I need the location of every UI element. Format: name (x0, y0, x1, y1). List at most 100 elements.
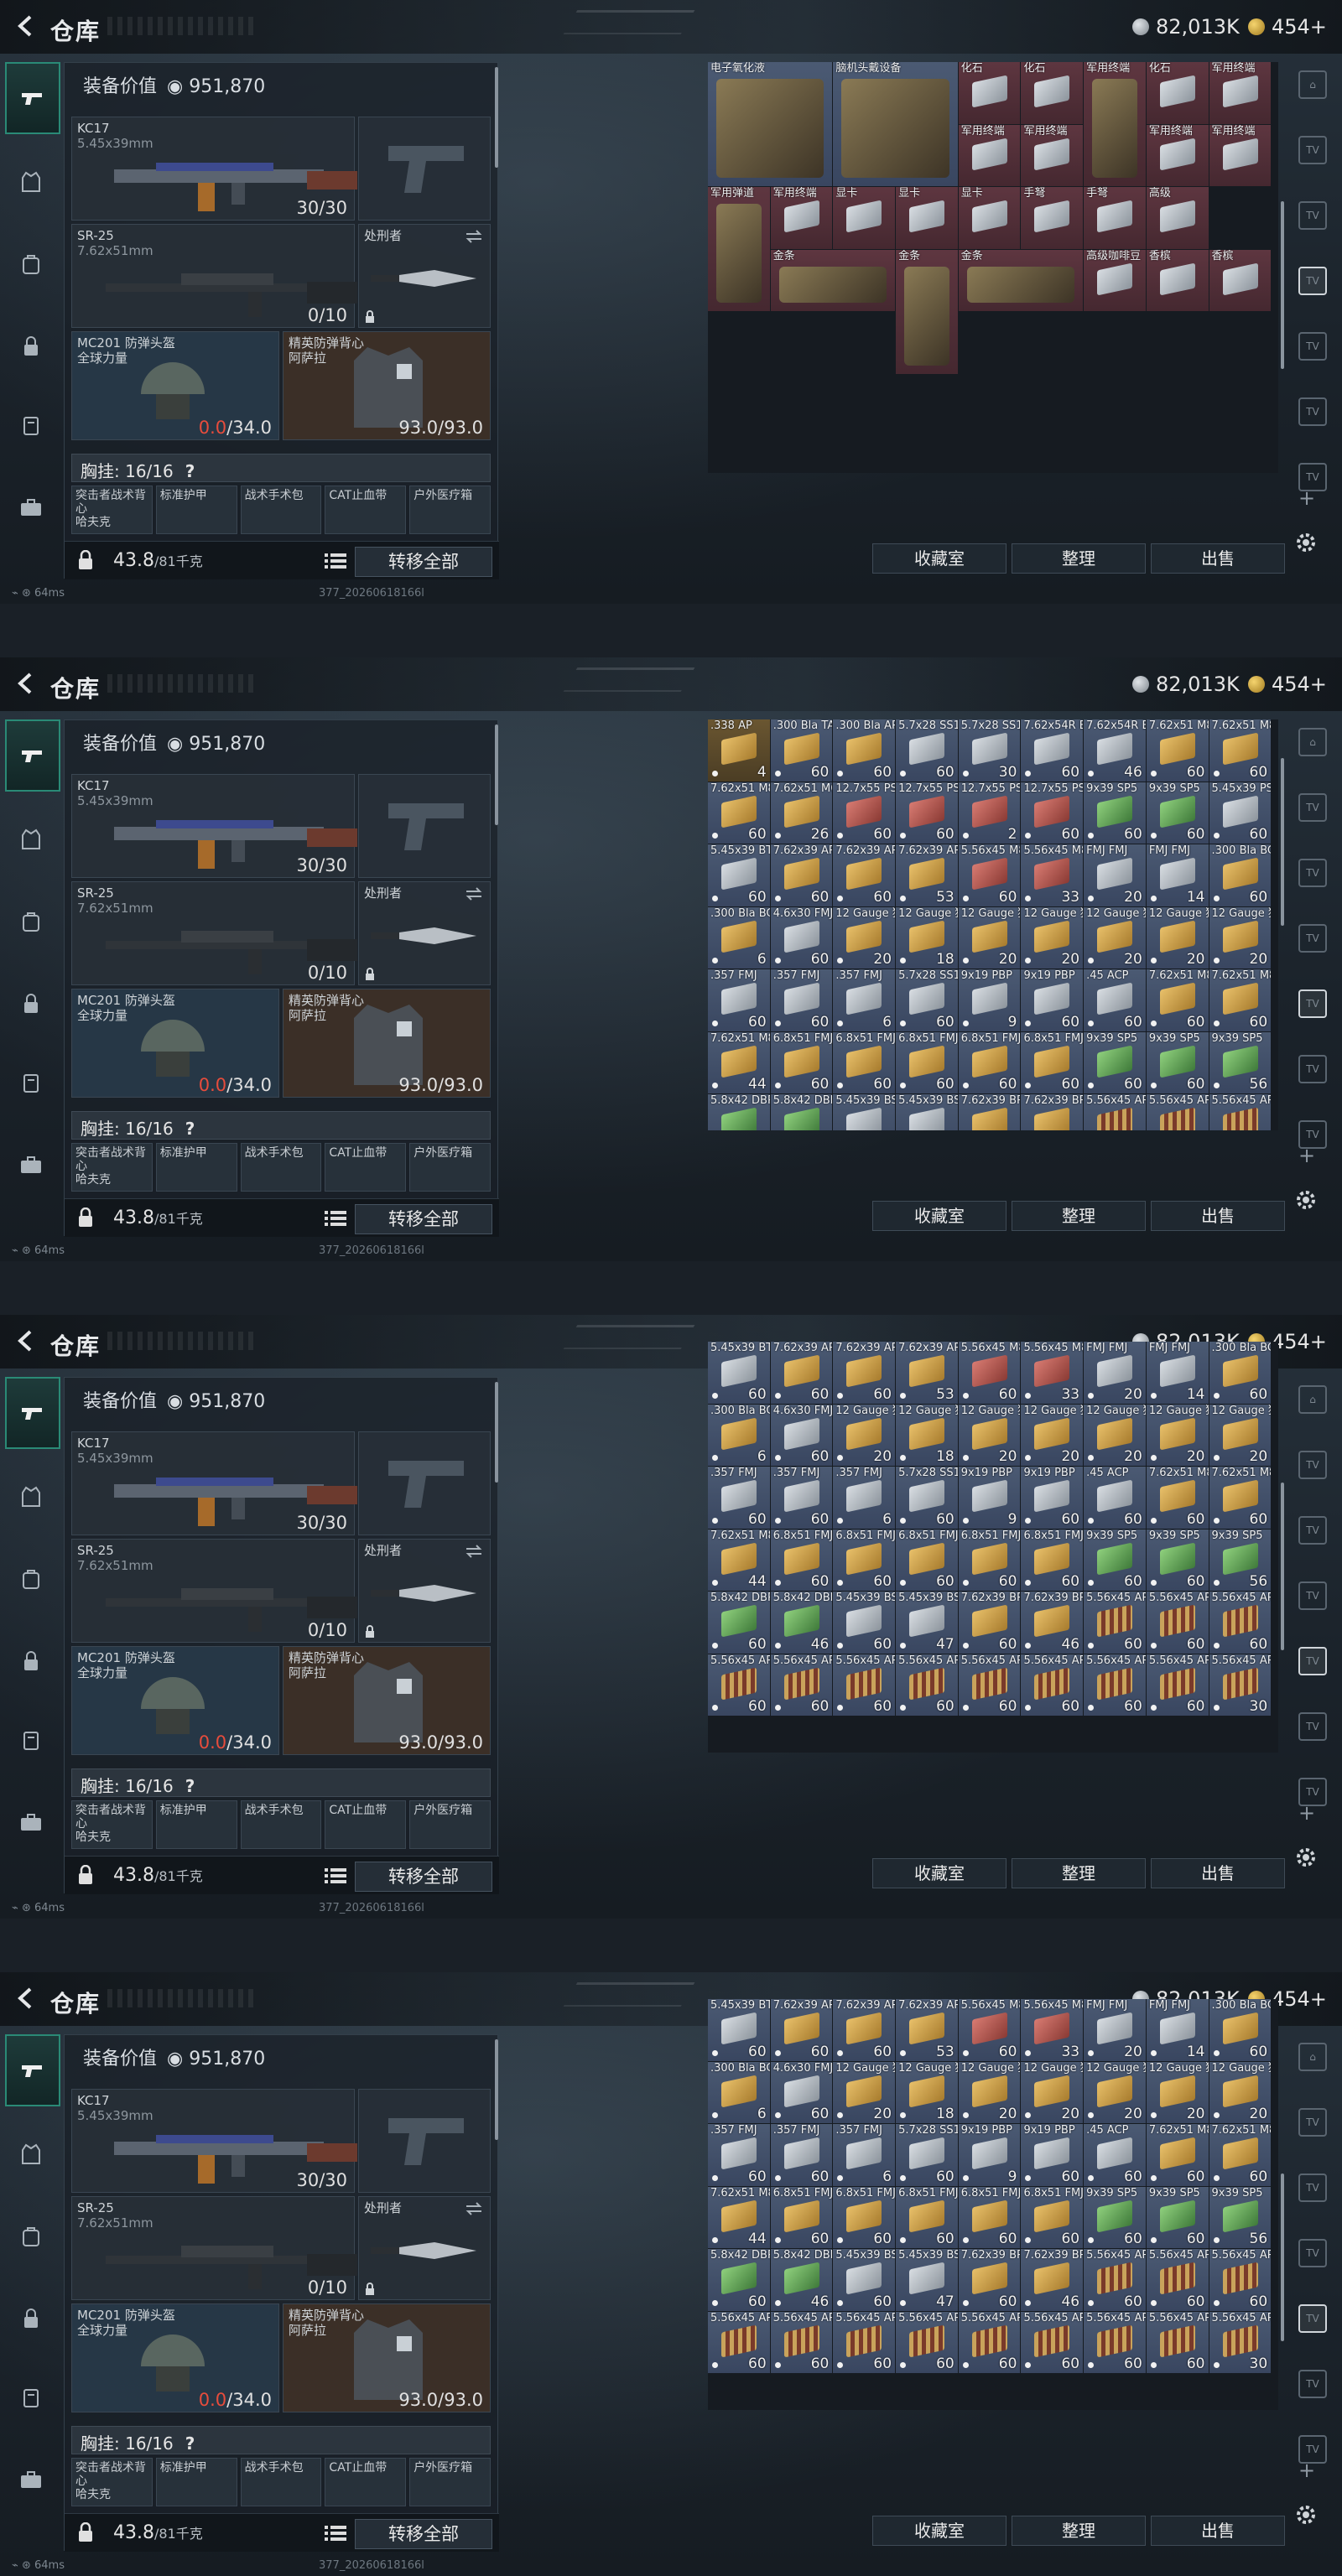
storage-item[interactable]: 金条 (896, 249, 958, 374)
storage-item[interactable]: 5.45x39 BT 60 (708, 1342, 770, 1404)
storage-item[interactable]: 7.62x39 BP60 (958, 1094, 1021, 1130)
storage-item[interactable]: 5.45x39 BS 60 (833, 1592, 896, 1654)
chest-item[interactable]: 户外医疗箱 (409, 1143, 491, 1192)
storage-item[interactable]: 7.62x39 AP 53 (896, 1999, 958, 2061)
primary-weapon-slot[interactable]: KC17 5.45x39mm 30/30 (71, 774, 357, 878)
storage-item[interactable]: 12.7x55 PS12 60 (1021, 782, 1084, 844)
storage-item[interactable]: 5.56x45 M855 33 (1021, 1999, 1084, 2061)
storage-item[interactable]: 9x39 SP5 56 (1209, 2186, 1272, 2248)
storage-item[interactable]: .357 FMJ 6 (833, 1467, 896, 1529)
storage-item[interactable]: 5.56x45 AP60 (1084, 2249, 1146, 2311)
storage-item[interactable]: 军用终端 (958, 124, 1021, 186)
storage-tab-icon[interactable]: TV (1298, 201, 1327, 230)
storage-item[interactable]: 7.62x51 M80 44 (708, 1529, 770, 1591)
melee-slot[interactable]: 处刑者 (358, 1539, 491, 1643)
storage-item[interactable]: .300 Bla BCP FMJ 60 (1209, 1342, 1272, 1404)
storage-item[interactable]: .357 FMJ 60 (770, 2124, 833, 2186)
storage-item[interactable]: 7.62x51 M80 60 (1146, 1467, 1209, 1529)
chest-item[interactable]: 突击者战术背心 哈夫克 (71, 2458, 153, 2506)
collection-button[interactable]: 收藏室 (872, 1201, 1006, 1231)
armor-slot[interactable]: 精英防弹背心 阿萨拉 93.0/93.0 (283, 989, 491, 1098)
storage-item[interactable]: 5.56x45 AP60 (770, 1654, 833, 1716)
chest-item[interactable]: 战术手术包 (240, 1800, 322, 1849)
storage-tab-icon[interactable]: TV (1298, 2239, 1327, 2267)
help-icon[interactable]: ? (185, 2433, 195, 2454)
storage-item[interactable]: 5.56x45 AP60 (1146, 2311, 1209, 2373)
storage-item[interactable]: .300 Bla BCP FMJ 60 (1209, 1999, 1272, 2061)
swap-icon[interactable] (465, 230, 483, 243)
storage-item[interactable]: 5.45x39 BS 47 (896, 2249, 958, 2311)
storage-item[interactable]: 7.62x51 M80 60 (1146, 969, 1209, 1031)
storage-item[interactable]: 显卡 (958, 187, 1021, 249)
list-icon[interactable] (325, 2524, 346, 2542)
storage-item[interactable]: 5.56x45 AP60 (708, 2311, 770, 2373)
storage-item[interactable]: 5.45x39 PS 60 (1209, 782, 1272, 844)
chest-item[interactable]: 户外医疗箱 (409, 486, 491, 534)
help-icon[interactable]: ? (185, 1776, 195, 1796)
storage-item[interactable]: 5.45x39 BS 60 (833, 2249, 896, 2311)
storage-item[interactable]: 高级 (1146, 187, 1209, 249)
storage-item[interactable]: 12 Gauge 独头 20 (1209, 2061, 1272, 2123)
nav-armor[interactable] (17, 168, 45, 196)
storage-item[interactable]: 5.56x45 M855 60 (958, 1999, 1021, 2061)
nav-case[interactable] (17, 493, 45, 522)
helmet-slot[interactable]: MC201 防弹头盔 全球力量 0.0/34.0 (71, 1646, 279, 1755)
chest-item[interactable]: CAT止血带 (325, 1800, 407, 1849)
collection-button[interactable]: 收藏室 (872, 1858, 1006, 1888)
storage-item[interactable]: 5.56x45 AP60 (896, 1654, 958, 1716)
storage-item[interactable]: 6.8x51 FMJ 60 (770, 1031, 833, 1093)
storage-tab-icon[interactable]: TV (1298, 2174, 1327, 2202)
storage-item[interactable]: 5.56x45 M855 60 (958, 1342, 1021, 1404)
storage-tab-icon[interactable]: TV (1298, 989, 1327, 1018)
chest-rig-bar[interactable]: 胸挂: 16/16? (71, 2426, 491, 2454)
storage-item[interactable]: 7.62x39 AP 60 (833, 1999, 896, 2061)
storage-item[interactable]: 化石 (1146, 62, 1209, 124)
storage-item[interactable]: 7.62x39 BP60 (958, 2249, 1021, 2311)
nav-locked[interactable] (17, 989, 45, 1018)
storage-item[interactable]: 6.8x51 FMJ 60 (833, 1529, 896, 1591)
storage-item[interactable]: FMJ FMJ 14 (1146, 844, 1209, 906)
storage-item[interactable]: 9x19 PBP 60 (1021, 969, 1084, 1031)
storage-item[interactable]: .357 FMJ 60 (708, 2124, 770, 2186)
chest-item[interactable]: 户外医疗箱 (409, 2458, 491, 2506)
storage-item[interactable]: 军用终端 (1146, 124, 1209, 186)
storage-item[interactable]: 6.8x51 FMJ 60 (770, 2186, 833, 2248)
nav-pouch[interactable] (17, 2383, 45, 2412)
storage-item[interactable]: .45 ACP 60 (1084, 1467, 1146, 1529)
storage-item[interactable]: 香槟 (1209, 249, 1272, 311)
gold-currency[interactable]: 454+ (1248, 15, 1327, 39)
storage-item[interactable]: 9x19 PBP 60 (1021, 2124, 1084, 2186)
nav-weapon[interactable] (5, 2034, 60, 2106)
primary-weapon-slot[interactable]: KC17 5.45x39mm 30/30 (71, 1431, 357, 1535)
storage-item[interactable]: 12 Gauge 独头 20 (958, 2061, 1021, 2123)
sidearm-slot[interactable] (358, 1431, 491, 1535)
storage-item[interactable]: 6.8x51 FMJ 60 (1021, 1529, 1084, 1591)
storage-item[interactable]: 7.62x51 M80 44 (708, 1031, 770, 1093)
transfer-all-button[interactable]: 转移全部 (355, 1204, 492, 1234)
storage-item[interactable]: 5.56x45 M855 33 (1021, 844, 1084, 906)
storage-item[interactable]: FMJ FMJ 20 (1084, 1342, 1146, 1404)
cart-icon[interactable]: ⌂ (1298, 728, 1327, 756)
storage-item[interactable]: 5.8x42 DBP1060 (708, 1094, 770, 1130)
storage-item[interactable]: 12 Gauge 独头 20 (958, 906, 1021, 969)
chest-item[interactable]: CAT止血带 (325, 2458, 407, 2506)
storage-item[interactable]: 12 Gauge 独头 20 (1021, 2061, 1084, 2123)
storage-item[interactable]: 7.62x39 AP 60 (770, 844, 833, 906)
gear-icon[interactable] (1293, 1187, 1319, 1213)
gear-icon[interactable] (1293, 2502, 1319, 2527)
storage-item[interactable]: .300 Bla BCP FMJ 6 (708, 2061, 770, 2123)
storage-tab-icon[interactable]: TV (1298, 2370, 1327, 2398)
storage-item[interactable]: 5.56x45 AP60 (1146, 1094, 1209, 1130)
helmet-slot[interactable]: MC201 防弹头盔 全球力量 0.0/34.0 (71, 331, 279, 440)
nav-bag[interactable] (17, 250, 45, 278)
storage-item[interactable]: 6.8x51 FMJ 60 (833, 2186, 896, 2248)
scrollbar[interactable] (495, 1382, 498, 1483)
nav-locked[interactable] (17, 1647, 45, 1675)
storage-item[interactable]: 金条 (958, 249, 1084, 311)
storage-item[interactable]: 高级咖啡豆 (1084, 249, 1146, 311)
storage-tab-icon[interactable]: TV (1298, 2108, 1327, 2137)
storage-item[interactable]: 12.7x55 PS12 60 (833, 782, 896, 844)
helmet-slot[interactable]: MC201 防弹头盔 全球力量 0.0/34.0 (71, 2303, 279, 2412)
storage-item[interactable]: 4.6x30 FMJ SX 60 (770, 2061, 833, 2123)
storage-tab-icon[interactable]: TV (1298, 924, 1327, 953)
